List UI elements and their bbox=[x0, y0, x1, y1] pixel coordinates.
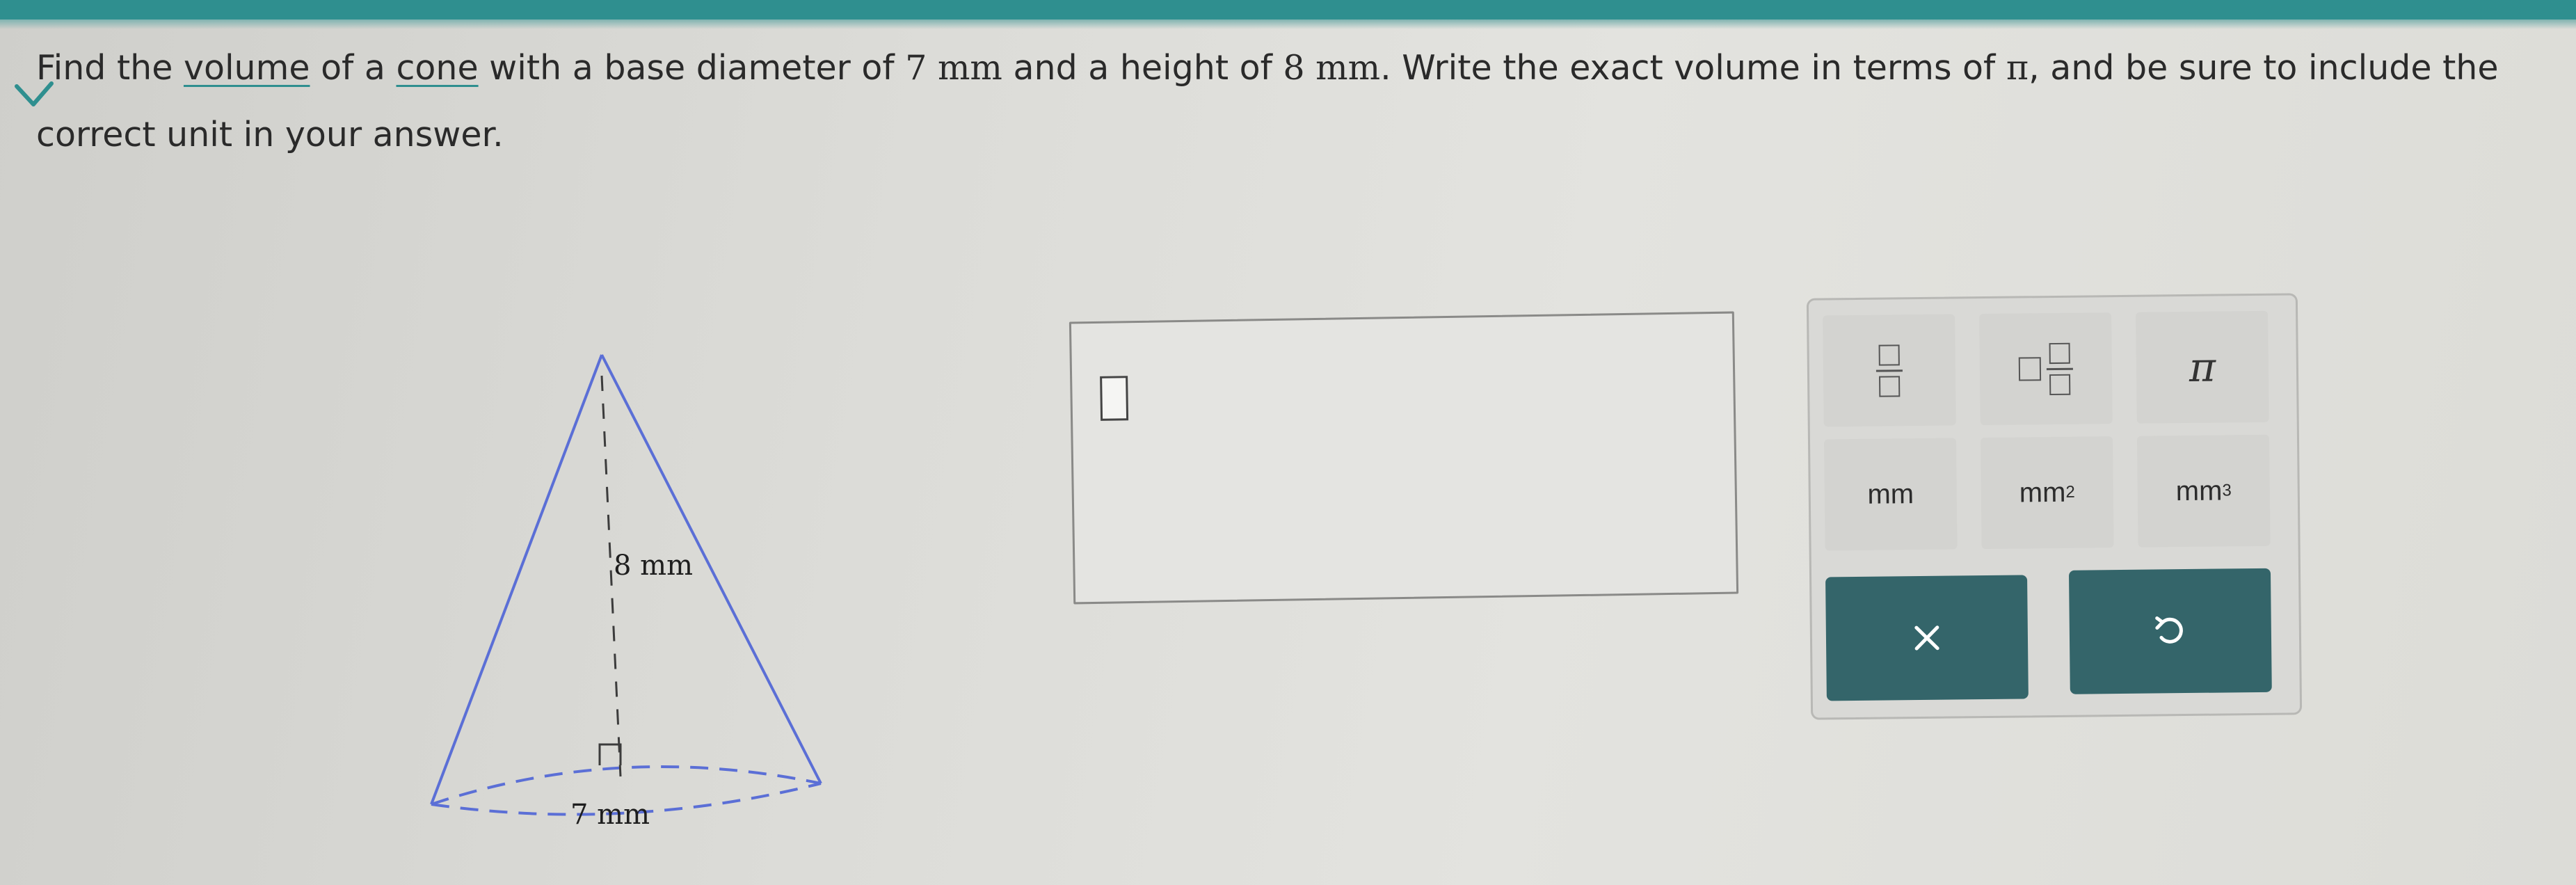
mm3-base: mm bbox=[2175, 475, 2223, 507]
mm2-button[interactable]: mm 2 bbox=[1980, 436, 2114, 550]
header-bar bbox=[0, 0, 2576, 19]
undo-button[interactable] bbox=[2068, 568, 2272, 694]
header-shadow bbox=[0, 19, 2576, 29]
undo-icon bbox=[2155, 616, 2183, 644]
input-cursor-box bbox=[1100, 376, 1129, 421]
math-keypad: π mm mm 2 mm 3 bbox=[1806, 293, 2303, 720]
mixed-number-icon bbox=[2018, 342, 2074, 395]
question-fragment: and a height of bbox=[1002, 48, 1283, 88]
diameter-label: 7 mm bbox=[570, 799, 650, 831]
fraction-icon bbox=[1875, 344, 1903, 397]
mm-button[interactable]: mm bbox=[1823, 438, 1958, 551]
cone-link[interactable]: cone bbox=[396, 48, 478, 88]
question-fragment: with a base diameter of bbox=[478, 48, 906, 88]
mm3-exponent: 3 bbox=[2222, 481, 2232, 500]
question-fragment: . Write the exact volume in terms of bbox=[1380, 48, 2006, 88]
diameter-value: 7 mm bbox=[905, 48, 1002, 88]
cone-figure: 8 mm 7 mm bbox=[362, 334, 863, 863]
question-text: Find the volume of a cone with a base di… bbox=[36, 35, 2554, 168]
clear-button[interactable] bbox=[1825, 575, 2029, 701]
height-value: 8 mm bbox=[1283, 48, 1381, 88]
height-label: 8 mm bbox=[614, 550, 694, 582]
answer-input[interactable] bbox=[1069, 311, 1739, 605]
cone-diagram bbox=[430, 354, 822, 816]
volume-link[interactable]: volume bbox=[184, 48, 310, 88]
mm3-button[interactable]: mm 3 bbox=[2136, 434, 2271, 548]
mm2-base: mm bbox=[2019, 477, 2066, 509]
pi-symbol: π bbox=[2006, 48, 2029, 88]
mm2-exponent: 2 bbox=[2065, 482, 2075, 502]
x-icon bbox=[1914, 625, 1939, 651]
question-fragment: Find the bbox=[36, 48, 184, 88]
question-fragment: of a bbox=[310, 48, 397, 88]
mixed-number-button[interactable] bbox=[1979, 312, 2113, 426]
fraction-button[interactable] bbox=[1823, 314, 1956, 427]
pi-button[interactable]: π bbox=[2136, 310, 2269, 424]
